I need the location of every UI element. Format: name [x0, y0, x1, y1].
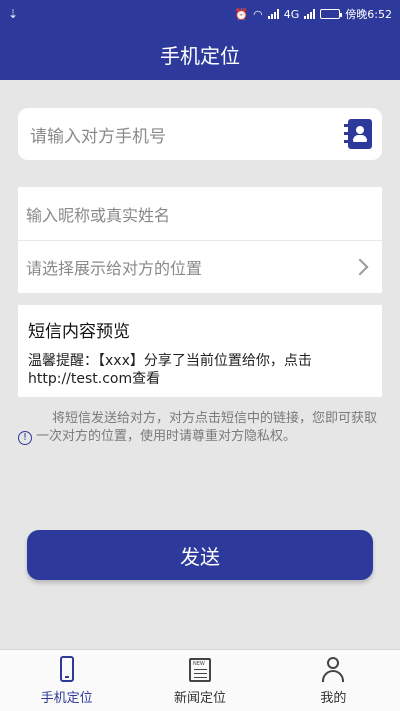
battery-icon [320, 9, 343, 19]
phone-icon [54, 655, 80, 684]
nav-item-label: 手机定位 [40, 690, 93, 706]
status-time: 傍晚6:52 [345, 8, 392, 21]
network-label: 4G [283, 7, 300, 21]
privacy-notice: ! 将短信发送给对方，对方点击短信中的链接，您即可获取一次对方的位置，使用时请尊… [18, 410, 382, 446]
nav-item-label: 我的 [320, 690, 347, 706]
sms-preview-text: 温馨提醒：【xxx】分享了当前位置给你，点击http://test.com查看 [28, 353, 312, 387]
nav-item-phone-location[interactable]: 手机定位 [0, 650, 133, 711]
page-title: 手机定位 [160, 43, 240, 68]
location-select[interactable]: 请选择展示给对方的位置 [18, 240, 382, 293]
nav-item-news-location[interactable]: NEW 新闻定位 [133, 650, 266, 711]
signal-icon [267, 9, 279, 19]
wifi-icon: ◠ [253, 7, 263, 21]
status-icons: ⏰ ◠ 4G 傍晚6:52 [234, 6, 392, 22]
nav-item-label: 新闻定位 [173, 690, 226, 706]
signal-icon-2 [304, 9, 316, 19]
nickname-placeholder: 输入昵称或真实姓名 [26, 205, 171, 225]
location-placeholder: 请选择展示给对方的位置 [26, 259, 203, 278]
phone-number-placeholder: 请输入对方手机号 [30, 126, 166, 147]
sms-preview-card: 短信内容预览 温馨提醒：【xxx】分享了当前位置给你，点击http://test… [18, 305, 382, 397]
form-card: 输入昵称或真实姓名 请选择展示给对方的位置 [18, 187, 382, 293]
bottom-nav: 手机定位 NEW 新闻定位 我的 [0, 649, 400, 711]
nav-item-mine[interactable]: 我的 [267, 650, 400, 711]
info-icon: ! [18, 431, 32, 445]
usb-icon: ⇣ [8, 7, 19, 21]
app-bar: 手机定位 [0, 28, 400, 80]
sms-preview-title: 短信内容预览 [28, 322, 130, 342]
nickname-input[interactable]: 输入昵称或真实姓名 [18, 187, 382, 240]
phone-number-input[interactable]: 请输入对方手机号 [18, 108, 382, 160]
privacy-notice-text: 将短信发送给对方，对方点击短信中的链接，您即可获取一次对方的位置，使用时请尊重对… [36, 411, 378, 444]
newspaper-icon: NEW [187, 656, 213, 684]
user-icon [320, 656, 346, 684]
send-button[interactable]: 发送 [27, 530, 373, 580]
alarm-icon: ⏰ [234, 7, 249, 21]
status-bar: ⇣ ⏰ ◠ 4G 傍晚6:52 [0, 0, 400, 28]
chevron-right-icon [351, 258, 369, 276]
contacts-icon[interactable] [344, 119, 372, 149]
